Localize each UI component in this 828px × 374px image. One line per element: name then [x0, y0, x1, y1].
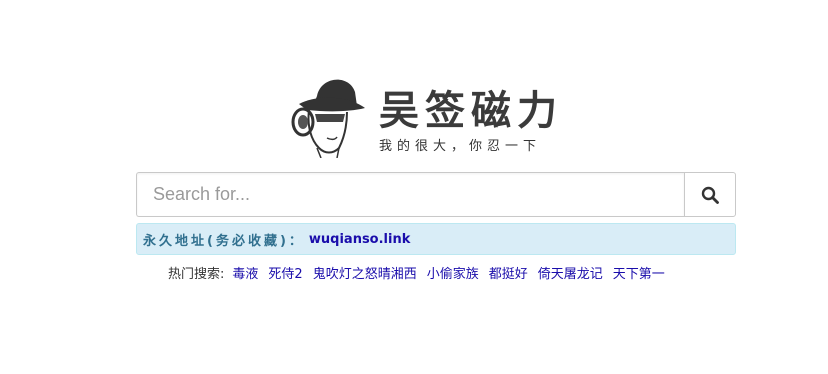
hot-search-link[interactable]: 鬼吹灯之怒晴湘西: [313, 263, 417, 282]
permanent-address-notice: 永久地址(务必收藏)： wuqianso.link: [136, 223, 736, 255]
hot-search-link[interactable]: 死侍2: [268, 263, 302, 282]
hot-search-link[interactable]: 天下第一: [613, 263, 665, 282]
search-input[interactable]: [136, 172, 684, 217]
hot-search-link[interactable]: 毒液: [232, 263, 258, 282]
permanent-address-link[interactable]: wuqianso.link: [309, 232, 410, 247]
hot-searches: 热门搜索: 毒液 死侍2 鬼吹灯之怒晴湘西 小偷家族 都挺好 倚天屠龙记 天下第…: [168, 262, 768, 282]
search-icon: [701, 186, 719, 204]
hat-head-logo-icon: [291, 79, 365, 158]
hot-search-link[interactable]: 倚天屠龙记: [538, 263, 603, 282]
notice-label: 永久地址(务必收藏)：: [143, 233, 305, 249]
hot-search-link[interactable]: 小偷家族: [427, 263, 479, 282]
hot-searches-label: 热门搜索:: [168, 266, 225, 282]
site-logo[interactable]: 吴签磁力 我的很大，你忍一下: [287, 74, 587, 160]
search-button[interactable]: [684, 172, 736, 217]
logo-title: 吴签磁力: [379, 87, 563, 134]
hot-search-link[interactable]: 都挺好: [489, 263, 528, 282]
logo-slogan: 我的很大，你忍一下: [379, 139, 542, 154]
search-form: [136, 172, 736, 217]
